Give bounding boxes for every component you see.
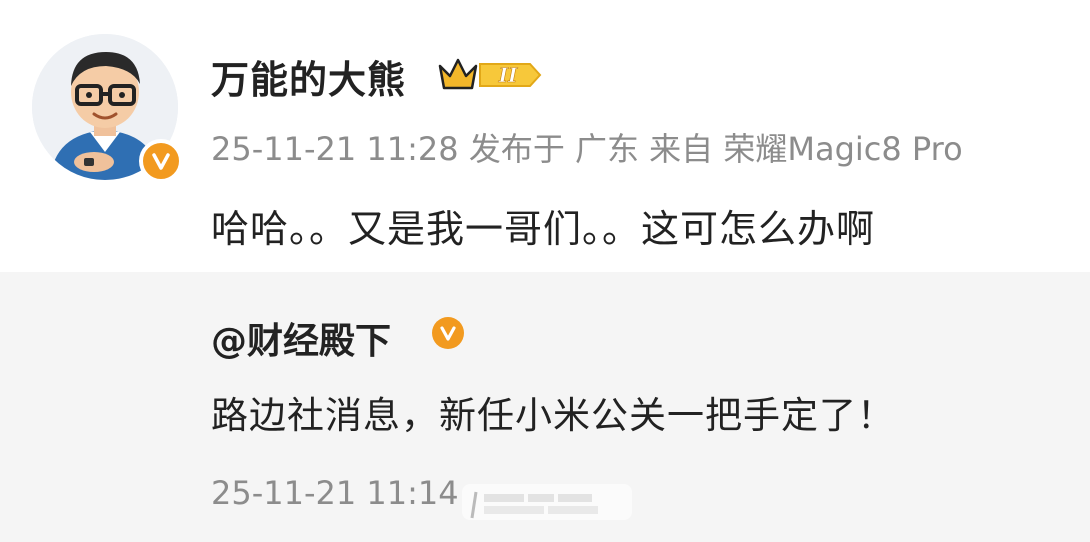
- level-badge-text: II: [498, 63, 518, 87]
- post-location: 发布于 广东: [468, 130, 639, 168]
- post-source: 来自 荣耀Magic8 Pro: [649, 130, 963, 168]
- verified-v-icon: [139, 139, 183, 183]
- post-date[interactable]: 25-11-21: [211, 130, 356, 168]
- post-meta: 25-11-21 11:28 发布于 广东 来自 荣耀Magic8 Pro: [211, 124, 963, 170]
- post-username[interactable]: 万能的大熊: [211, 49, 406, 104]
- crown-level-icon[interactable]: II: [438, 56, 544, 98]
- post-content: 哈哈。。又是我一哥们。。这可怎么办啊: [211, 207, 876, 251]
- post-time[interactable]: 11:28: [366, 130, 458, 168]
- repost-timestamp[interactable]: 25-11-21 11:14: [211, 474, 459, 512]
- verified-v-icon: [432, 317, 464, 349]
- weibo-post: 万能的大熊 II 25-11-21 11:28 发布于 广东 来自 荣耀Magi…: [0, 0, 1090, 272]
- watermark: [462, 478, 642, 532]
- repost-username[interactable]: @财经殿下: [211, 312, 391, 364]
- repost-content: 路边社消息，新任小米公关一把手定了！: [211, 394, 895, 437]
- avatar-container[interactable]: [32, 34, 183, 184]
